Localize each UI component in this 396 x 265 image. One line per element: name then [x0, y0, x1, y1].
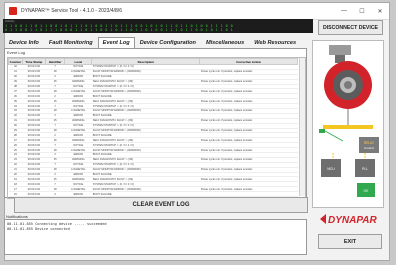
relay-sublabel: Control — [364, 146, 374, 150]
event-log-header: Event Log — [7, 50, 26, 55]
encoder-shaft — [344, 81, 352, 89]
wire — [324, 130, 344, 142]
event-log-table-container[interactable]: Counter Time Stamp Identifier Level Descript… — [7, 57, 306, 199]
mcu-label: MCU — [327, 167, 335, 171]
title-bar: DYNAPAR™ Service Tool - 4.1.0 - 2023/4/8… — [5, 3, 389, 20]
activity-bits-row-2: 0 1 1 0 0 1 1 0 1 1 1 0 0 0 1 1 0 1 1 0 … — [5, 28, 234, 32]
table-body: 42 00:00:0.00 7 NOTICE SYSTEM STARTUP <- [0 … — [8, 64, 298, 198]
disconnect-device-button[interactable]: DISCONNECT DEVICE — [318, 20, 383, 35]
pll-label: PLL — [362, 167, 368, 171]
app-logo-icon — [9, 7, 17, 15]
dynapar-logo-graphic: DYNAPAR — [320, 214, 377, 226]
tab-miscellaneous[interactable]: Miscellaneous — [201, 37, 249, 48]
relay-label: RELAY — [364, 141, 375, 145]
relay-block — [359, 137, 379, 153]
window-title: DYNAPAR™ Service Tool - 4.1.0 - 2023/4/8… — [21, 8, 122, 14]
maximize-icon[interactable]: ☐ — [353, 8, 371, 15]
logo-mark-icon — [320, 214, 326, 224]
activity-label: Activity — [5, 19, 15, 23]
notifications-box: 00.11.01.855 Connecting device ..... suc… — [4, 219, 307, 255]
tab-fault-monitoring[interactable]: Fault Monitoring — [44, 37, 98, 48]
close-icon[interactable]: ✕ — [371, 8, 389, 15]
tab-event-log[interactable]: Event Log — [97, 37, 135, 48]
logo-text: DYNAPAR — [328, 215, 377, 226]
status-led — [319, 129, 325, 133]
encoder-connector — [329, 45, 351, 55]
ok-label: OK — [364, 189, 370, 193]
notification-line: 00.11.01.855 Device connected — [7, 227, 70, 231]
clear-event-log-button[interactable]: CLEAR EVENT LOG — [14, 197, 308, 213]
encoder-diagram: RELAY Control MCU PLL OK — [312, 40, 384, 208]
tab-device-info[interactable]: Device Info — [4, 37, 44, 48]
encoder-diagram-graphic: RELAY Control MCU PLL OK — [319, 45, 379, 197]
event-log-table: Counter Time Stamp Identifier Level Descript… — [8, 58, 298, 198]
activity-panel: Activity 1 1 0 0 1 1 0 1 1 0 0 1 0 1 1 1… — [3, 19, 313, 33]
exit-button[interactable]: EXIT — [318, 234, 382, 249]
event-log-panel: Event Log Counter Time Stamp Identifier Lev… — [4, 48, 307, 199]
minimize-icon[interactable]: — — [335, 8, 353, 14]
signal-bus — [323, 125, 373, 129]
vertical-scrollbar[interactable] — [299, 58, 305, 196]
dynapar-logo: DYNAPAR — [318, 212, 382, 226]
tab-device-configuration[interactable]: Device Configuration — [135, 37, 201, 48]
tab-web-resources[interactable]: Web Resources — [249, 37, 301, 48]
tab-bar: Device Info Fault Monitoring Event Log D… — [4, 37, 301, 48]
